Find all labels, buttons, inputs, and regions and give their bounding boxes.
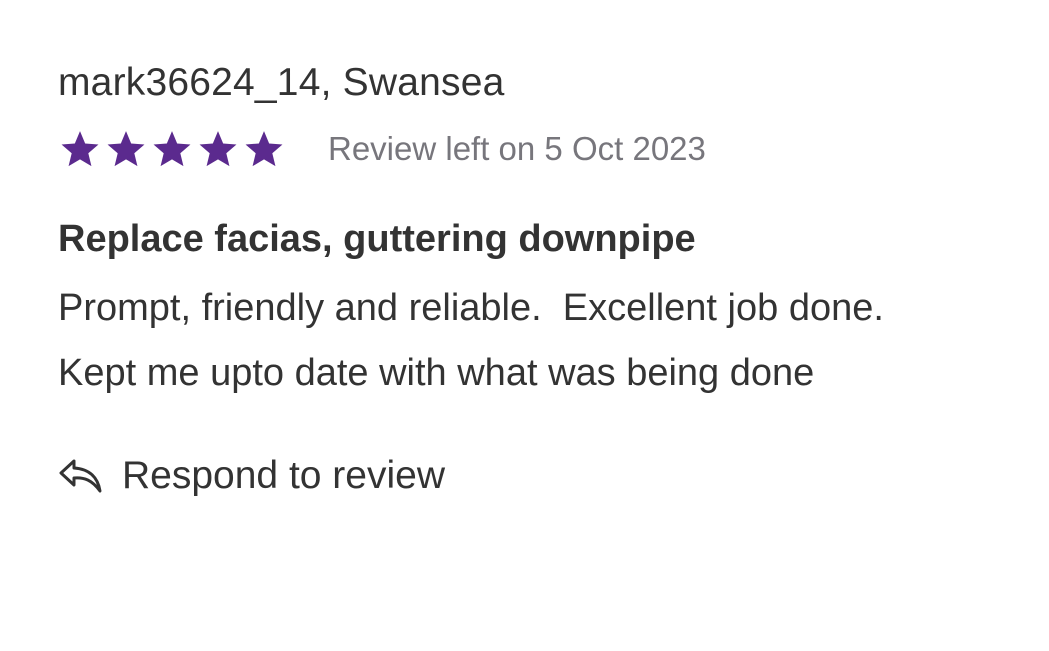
review-title: Replace facias, guttering downpipe [58, 218, 696, 260]
rating-row: Review left on 5 Oct 2023 [58, 128, 998, 170]
respond-label: Respond to review [122, 454, 446, 497]
reviewer-name: mark36624_14, Swansea [58, 61, 505, 104]
reply-icon [59, 459, 102, 493]
review-body: Prompt, friendly and reliable. Excellent… [58, 287, 906, 394]
respond-to-review-button[interactable]: Respond to review [58, 448, 998, 504]
review-card: mark36624_14, Swansea Review left on 5 O… [58, 56, 998, 504]
star-icon [199, 131, 237, 167]
star-icon [107, 131, 145, 167]
star-icon [153, 131, 191, 167]
star-icon [61, 131, 99, 167]
review-date: Review left on 5 Oct 2023 [328, 130, 706, 167]
star-rating [58, 128, 286, 170]
star-icon [245, 131, 283, 167]
